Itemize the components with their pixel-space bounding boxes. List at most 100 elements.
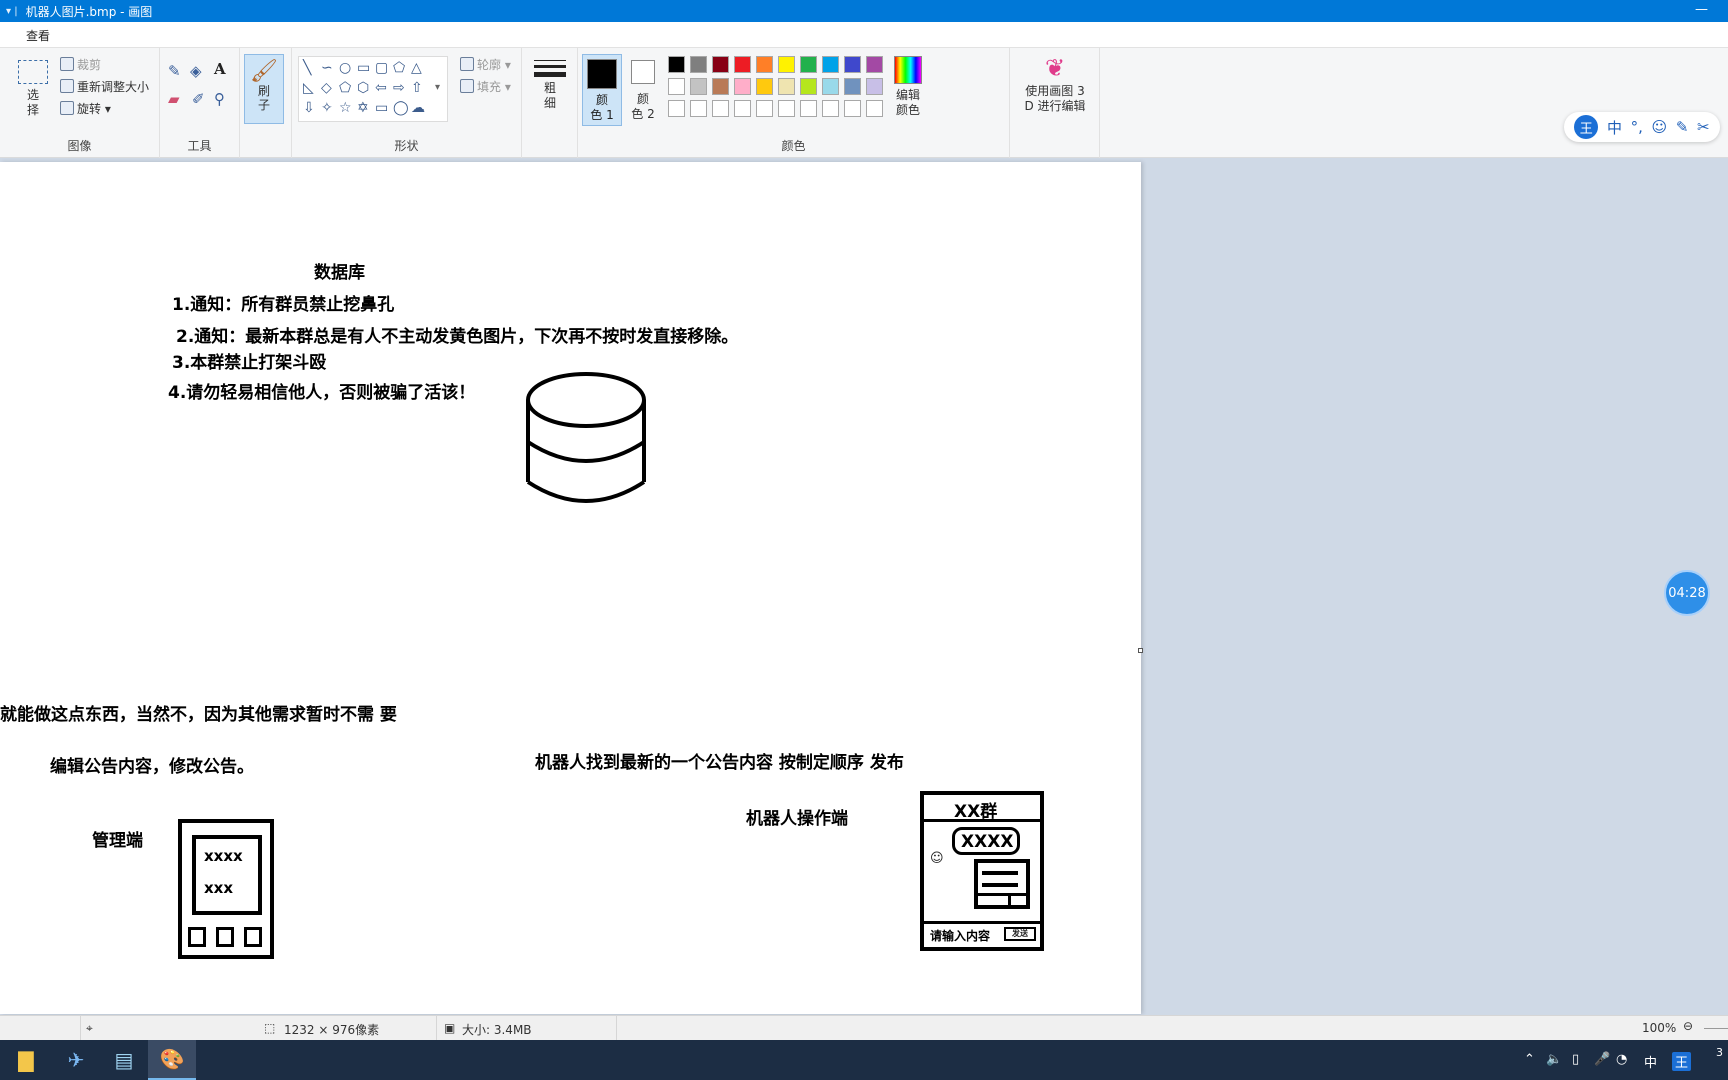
palette-swatch[interactable] <box>844 100 861 117</box>
arrow-down-shape-icon[interactable]: ⇩ <box>303 101 315 115</box>
ime-punct-icon[interactable]: °, <box>1631 118 1643 136</box>
ime-tool-icon[interactable]: ✂ <box>1697 118 1710 136</box>
palette-swatch[interactable] <box>734 56 751 73</box>
menu-view[interactable]: 查看 <box>26 27 50 44</box>
palette-swatch[interactable] <box>756 78 773 95</box>
triangle-shape-icon[interactable]: △ <box>411 61 422 75</box>
tray-lang[interactable]: 中 <box>1644 1052 1657 1071</box>
palette-swatch[interactable] <box>690 100 707 117</box>
palette-swatch[interactable] <box>668 56 685 73</box>
palette-swatch[interactable] <box>844 56 861 73</box>
shapes-scroll-icon[interactable]: ▾ <box>435 81 440 95</box>
rectangle-shape-icon[interactable]: ▭ <box>357 61 370 75</box>
size-button[interactable]: 粗 细 <box>532 56 568 111</box>
diamond-shape-icon[interactable]: ◇ <box>321 81 332 95</box>
magnifier-icon[interactable]: ⚲ <box>214 90 225 108</box>
paint-app-icon[interactable]: 🎨 <box>148 1040 196 1080</box>
pentagon-shape-icon[interactable]: ⬠ <box>339 81 351 95</box>
star6-shape-icon[interactable]: ✡ <box>357 101 369 115</box>
callout-rect-shape-icon[interactable]: ▭ <box>375 101 388 115</box>
quick-access-icon[interactable]: ▾ | <box>6 6 18 17</box>
drawing-canvas[interactable]: 数据库 1.通知：所有群员禁止挖鼻孔 2.通知：最新本群总是有人不主动发黄色图片… <box>0 162 1143 1014</box>
arrow-left-shape-icon[interactable]: ⇦ <box>375 81 387 95</box>
brush-button[interactable]: 🖌 刷 子 <box>244 54 284 124</box>
palette-swatch[interactable] <box>690 56 707 73</box>
window-title: 机器人图片.bmp - 画图 <box>25 4 153 19</box>
rotate-button[interactable]: 旋转 ▾ <box>60 100 111 117</box>
mic-icon[interactable]: 🎤 <box>1594 1052 1610 1067</box>
palette-swatch[interactable] <box>734 78 751 95</box>
tray-expand-icon[interactable]: ⌃ <box>1524 1052 1535 1067</box>
color1-button[interactable]: 颜 色 1 <box>582 54 622 126</box>
hexagon-shape-icon[interactable]: ⬡ <box>357 81 369 95</box>
star5-shape-icon[interactable]: ☆ <box>339 101 352 115</box>
crop-button[interactable]: 裁剪 <box>60 56 101 73</box>
palette-swatch[interactable] <box>822 56 839 73</box>
network-icon[interactable]: ◔ <box>1616 1052 1627 1067</box>
palette-swatch[interactable] <box>866 56 883 73</box>
ime-pen-icon[interactable]: ✎ <box>1676 118 1689 136</box>
palette-swatch[interactable] <box>668 100 685 117</box>
palette-swatch[interactable] <box>690 78 707 95</box>
canvas-resize-handle[interactable] <box>1138 648 1143 653</box>
feishu-icon[interactable]: ✈ <box>52 1040 100 1080</box>
edit-colors-button[interactable]: 编辑 颜色 <box>890 56 926 118</box>
palette-swatch[interactable] <box>866 100 883 117</box>
paint3d-button[interactable]: ❦ 使用画图 3 D 进行编辑 <box>1010 54 1100 114</box>
color2-button[interactable]: 颜 色 2 <box>626 58 660 122</box>
palette-swatch[interactable] <box>712 78 729 95</box>
line-shape-icon[interactable]: ╲ <box>303 61 311 75</box>
polygon-shape-icon[interactable]: ⬠ <box>393 61 405 75</box>
oval-shape-icon[interactable]: ○ <box>339 61 351 75</box>
volume-icon[interactable]: 🔈 <box>1546 1052 1562 1067</box>
color-picker-icon[interactable]: ✐ <box>192 90 205 108</box>
palette-swatch[interactable] <box>756 56 773 73</box>
pencil-icon[interactable]: ✎ <box>168 62 181 80</box>
callout-cloud-shape-icon[interactable]: ☁ <box>411 101 425 115</box>
right-triangle-shape-icon[interactable]: ◺ <box>303 81 314 95</box>
palette-swatch[interactable] <box>844 78 861 95</box>
smiley-icon: ☺ <box>930 851 944 866</box>
tray-ime-icon[interactable]: 王 <box>1672 1052 1692 1071</box>
fill-bucket-icon[interactable]: ◈ <box>190 62 202 80</box>
zoom-out-button[interactable]: ⊖ <box>1683 1019 1693 1033</box>
palette-swatch[interactable] <box>778 100 795 117</box>
select-button[interactable]: 选 择 <box>16 60 50 118</box>
palette-swatch[interactable] <box>800 56 817 73</box>
clock[interactable]: 3 <box>1716 1046 1723 1059</box>
palette-swatch[interactable] <box>734 100 751 117</box>
admin-key-3 <box>244 927 262 947</box>
star4-shape-icon[interactable]: ✧ <box>321 101 333 115</box>
shapes-gallery[interactable]: ╲ ∽ ○ ▭ ▢ ⬠ △ ◺ ◇ ⬠ ⬡ ⇦ ⇨ ⇧ ⇩ ✧ ☆ ✡ ▭ ◯ … <box>298 56 448 122</box>
palette-swatch[interactable] <box>712 100 729 117</box>
arrow-up-shape-icon[interactable]: ⇧ <box>411 81 423 95</box>
floating-timer[interactable]: 04:28 <box>1664 570 1710 616</box>
resize-button[interactable]: 重新调整大小 <box>60 78 149 95</box>
palette-swatch[interactable] <box>822 78 839 95</box>
notes-app-icon[interactable]: ▤ <box>100 1040 148 1080</box>
outline-button[interactable]: 轮廓 ▾ <box>460 56 511 73</box>
palette-swatch[interactable] <box>756 100 773 117</box>
palette-swatch[interactable] <box>668 78 685 95</box>
palette-swatch[interactable] <box>778 56 795 73</box>
file-explorer-icon[interactable]: ▇ <box>2 1040 50 1080</box>
ime-lang-toggle[interactable]: 中 <box>1607 117 1622 138</box>
palette-swatch[interactable] <box>866 78 883 95</box>
callout-oval-shape-icon[interactable]: ◯ <box>393 101 409 115</box>
zoom-slider[interactable] <box>1704 1028 1728 1029</box>
palette-swatch[interactable] <box>822 100 839 117</box>
palette-swatch[interactable] <box>778 78 795 95</box>
usb-icon[interactable]: ▯ <box>1572 1052 1579 1067</box>
palette-swatch[interactable] <box>800 100 817 117</box>
fill-button[interactable]: 填充 ▾ <box>460 78 511 95</box>
minimize-button[interactable]: — <box>1695 2 1708 17</box>
palette-swatch[interactable] <box>800 78 817 95</box>
text-tool-icon[interactable]: A <box>214 60 226 78</box>
palette-swatch[interactable] <box>712 56 729 73</box>
arrow-right-shape-icon[interactable]: ⇨ <box>393 81 405 95</box>
rounded-rect-shape-icon[interactable]: ▢ <box>375 61 388 75</box>
ime-emoji-icon[interactable]: ☺ <box>1652 118 1668 136</box>
ime-logo-icon[interactable]: 王 <box>1574 115 1599 139</box>
curve-shape-icon[interactable]: ∽ <box>321 61 333 75</box>
eraser-icon[interactable]: ▰ <box>168 90 180 108</box>
